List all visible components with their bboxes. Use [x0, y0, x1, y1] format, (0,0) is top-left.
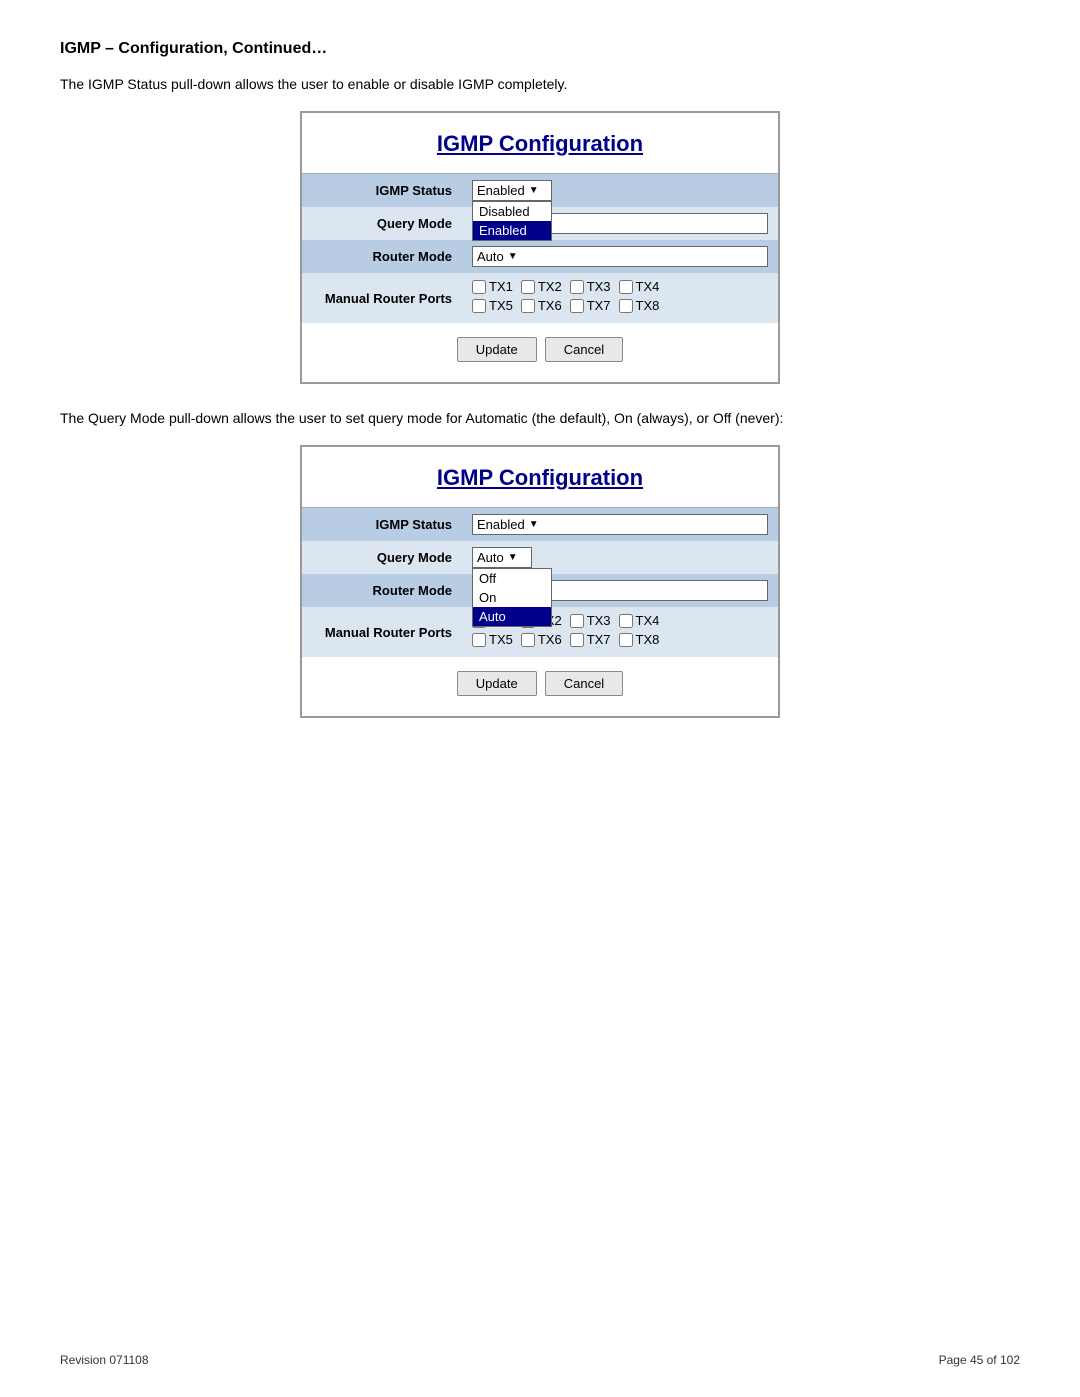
query-mode-selected-text-2: Auto	[477, 550, 504, 565]
ports-row1-1: TX1 TX2 TX3 TX4	[472, 279, 768, 294]
igmp-status-selected-text: Enabled	[477, 183, 525, 198]
description-1: The IGMP Status pull-down allows the use…	[60, 74, 1020, 95]
port-tx7-2[interactable]: TX7	[570, 632, 611, 647]
igmp-status-list: Disabled Enabled	[472, 201, 552, 241]
port-tx7-checkbox-1[interactable]	[570, 299, 584, 313]
panel1-update-button[interactable]: Update	[457, 337, 537, 362]
port-tx4-checkbox-1[interactable]	[619, 280, 633, 294]
query-mode-label-2: Query Mode	[302, 541, 462, 574]
port-tx4-2[interactable]: TX4	[619, 613, 660, 628]
query-mode-list-2: Off On Auto	[472, 568, 552, 627]
query-mode-label-1: Query Mode	[302, 207, 462, 240]
igmp-status-opt-enabled[interactable]: Enabled	[473, 221, 551, 240]
config-table-2: IGMP Status Enabled ▼ Query Mode	[302, 508, 778, 657]
igmp-status-chevron-icon: ▼	[529, 185, 539, 196]
port-tx8-checkbox-2[interactable]	[619, 633, 633, 647]
port-tx7-1[interactable]: TX7	[570, 298, 611, 313]
query-mode-value-cell-2: Auto ▼ Off On Auto	[462, 541, 778, 574]
query-mode-row-2: Query Mode Auto ▼ Off On Auto	[302, 541, 778, 574]
panel1-title: IGMP Configuration	[302, 113, 778, 174]
port-tx1-checkbox-1[interactable]	[472, 280, 486, 294]
igmp-status-row-2: IGMP Status Enabled ▼	[302, 508, 778, 541]
query-mode-opt-off[interactable]: Off	[473, 569, 551, 588]
igmp-status-opt-disabled[interactable]: Disabled	[473, 202, 551, 221]
port-tx2-1[interactable]: TX2	[521, 279, 562, 294]
panel2-title: IGMP Configuration	[302, 447, 778, 508]
query-mode-chevron-icon-2: ▼	[508, 552, 518, 563]
query-mode-opt-auto[interactable]: Auto	[473, 607, 551, 626]
port-tx3-checkbox-1[interactable]	[570, 280, 584, 294]
footer-revision: Revision 071108	[60, 1353, 149, 1367]
igmp-status-label-2: IGMP Status	[302, 508, 462, 541]
igmp-status-value-cell-2: Enabled ▼	[462, 508, 778, 541]
igmp-status-selected-text-2: Enabled	[477, 517, 525, 532]
panel2-wrapper: IGMP Configuration IGMP Status Enabled ▼…	[60, 445, 1020, 718]
description-2: The Query Mode pull-down allows the user…	[60, 408, 1020, 429]
config-table-1: IGMP Status Enabled ▼ Disabled Enabled	[302, 174, 778, 323]
query-mode-dropdown-2[interactable]: Auto ▼ Off On Auto	[472, 547, 532, 568]
port-tx5-1[interactable]: TX5	[472, 298, 513, 313]
igmp-status-label: IGMP Status	[302, 174, 462, 207]
config-panel-2: IGMP Configuration IGMP Status Enabled ▼…	[300, 445, 780, 718]
manual-router-ports-label-1: Manual Router Ports	[302, 273, 462, 323]
manual-router-ports-row-1: Manual Router Ports TX1 TX2 TX3 TX4 TX5 …	[302, 273, 778, 323]
port-tx4-checkbox-2[interactable]	[619, 614, 633, 628]
router-mode-text-1: Auto	[477, 249, 504, 264]
port-tx2-checkbox-1[interactable]	[521, 280, 535, 294]
panel2-button-row: Update Cancel	[302, 671, 778, 696]
config-panel-1: IGMP Configuration IGMP Status Enabled ▼…	[300, 111, 780, 384]
port-tx5-2[interactable]: TX5	[472, 632, 513, 647]
router-mode-label-2: Router Mode	[302, 574, 462, 607]
router-mode-row-1: Router Mode Auto ▼	[302, 240, 778, 273]
port-tx1-1[interactable]: TX1	[472, 279, 513, 294]
port-tx6-checkbox-2[interactable]	[521, 633, 535, 647]
panel2-update-button[interactable]: Update	[457, 671, 537, 696]
router-mode-label-1: Router Mode	[302, 240, 462, 273]
igmp-status-row: IGMP Status Enabled ▼ Disabled Enabled	[302, 174, 778, 207]
panel1-wrapper: IGMP Configuration IGMP Status Enabled ▼…	[60, 111, 1020, 384]
port-tx3-2[interactable]: TX3	[570, 613, 611, 628]
manual-router-ports-label-2: Manual Router Ports	[302, 607, 462, 657]
ports-row2-1: TX5 TX6 TX7 TX8	[472, 298, 768, 313]
footer-page: Page 45 of 102	[939, 1353, 1020, 1367]
port-tx7-checkbox-2[interactable]	[570, 633, 584, 647]
port-tx6-1[interactable]: TX6	[521, 298, 562, 313]
query-mode-opt-on[interactable]: On	[473, 588, 551, 607]
igmp-status-chevron-icon-2: ▼	[529, 519, 539, 530]
router-mode-value-cell-1: Auto ▼	[462, 240, 778, 273]
igmp-status-value-cell: Enabled ▼ Disabled Enabled	[462, 174, 778, 207]
port-tx3-1[interactable]: TX3	[570, 279, 611, 294]
port-tx4-1[interactable]: TX4	[619, 279, 660, 294]
router-mode-chevron-icon-1: ▼	[508, 251, 518, 262]
igmp-status-dropdown[interactable]: Enabled ▼ Disabled Enabled	[472, 180, 552, 201]
port-tx3-checkbox-2[interactable]	[570, 614, 584, 628]
port-tx8-checkbox-1[interactable]	[619, 299, 633, 313]
panel2-cancel-button[interactable]: Cancel	[545, 671, 623, 696]
port-tx6-2[interactable]: TX6	[521, 632, 562, 647]
port-tx5-checkbox-1[interactable]	[472, 299, 486, 313]
port-tx6-checkbox-1[interactable]	[521, 299, 535, 313]
port-tx8-1[interactable]: TX8	[619, 298, 660, 313]
manual-router-ports-value-1: TX1 TX2 TX3 TX4 TX5 TX6 TX7 TX8	[462, 273, 778, 323]
port-tx8-2[interactable]: TX8	[619, 632, 660, 647]
panel1-button-row: Update Cancel	[302, 337, 778, 362]
page-title: IGMP – Configuration, Continued…	[60, 40, 1020, 58]
footer: Revision 071108 Page 45 of 102	[60, 1353, 1020, 1367]
panel1-cancel-button[interactable]: Cancel	[545, 337, 623, 362]
port-tx5-checkbox-2[interactable]	[472, 633, 486, 647]
ports-row2-2: TX5 TX6 TX7 TX8	[472, 632, 768, 647]
